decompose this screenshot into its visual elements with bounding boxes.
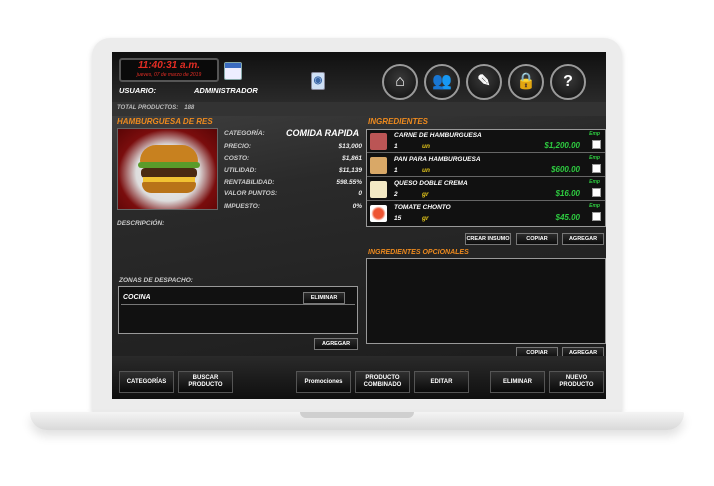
tax-value: 0% [352, 203, 362, 210]
emp-checkbox[interactable] [592, 212, 601, 221]
ingredient-row[interactable]: PAN PARA HAMBURGUESA 1 un $600.00 Emp [367, 154, 605, 177]
optional-title: INGREDIENTES OPCIONALES [368, 249, 469, 256]
field-label: UTILIDAD: [224, 167, 257, 174]
combined-product-button[interactable]: PRODUCTO COMBINADO [355, 371, 410, 393]
edit-icon[interactable]: ✎ [466, 64, 502, 100]
profitability-value: 598.55% [336, 179, 362, 186]
price-value: $13,000 [338, 143, 363, 150]
optional-ingredients-list [366, 258, 606, 344]
ingredient-price: $1,200.00 [544, 141, 580, 150]
ingredient-name: QUESO DOBLE CREMA [394, 180, 468, 187]
categories-button[interactable]: CATEGORÍAS [119, 371, 174, 393]
edit-button[interactable]: EDITAR [414, 371, 469, 393]
add-zona-button[interactable]: AGREGAR [314, 338, 358, 350]
field-label: VALOR PUNTOS: [224, 190, 278, 197]
meat-thumbnail [370, 133, 387, 150]
ingredient-name: PAN PARA HAMBURGUESA [394, 156, 481, 163]
add-ingredient-button[interactable]: AGREGAR [562, 233, 604, 245]
emp-label: Emp [589, 155, 600, 161]
clock: 11:40:31 a.m. jueves, 07 de marzo de 201… [119, 58, 219, 82]
ingredient-qty: 1 [394, 143, 398, 150]
utility-value: $11,139 [338, 167, 362, 174]
total-value: 188 [184, 105, 195, 111]
ingredient-name: TOMATE CHONTO [394, 204, 451, 211]
home-icon[interactable]: ⌂ [382, 64, 418, 100]
zonas-list: COCINA ELIMINAR [118, 286, 358, 334]
description-label: DESCRIPCIÓN: [117, 220, 165, 227]
emp-checkbox[interactable] [592, 140, 601, 149]
ingredient-qty: 1 [394, 167, 398, 174]
ingredient-unit: gr [422, 215, 429, 222]
laptop-notch [300, 412, 414, 418]
burger-picture [138, 145, 200, 195]
search-product-button[interactable]: BUSCAR PRODUCTO [178, 371, 233, 393]
user-value: ADMINISTRADOR [194, 86, 258, 95]
new-product-button[interactable]: NUEVO PRODUCTO [549, 371, 604, 393]
total-products: TOTAL PRODUCTOS: 188 [117, 105, 194, 111]
tomato-thumbnail [370, 205, 387, 222]
app-screen: 11:40:31 a.m. jueves, 07 de marzo de 201… [112, 52, 606, 399]
divider [121, 304, 355, 305]
bread-thumbnail [370, 157, 387, 174]
clock-time: 11:40:31 a.m. [137, 60, 201, 71]
ingredient-price: $45.00 [555, 213, 580, 222]
emp-label: Emp [589, 179, 600, 185]
total-label: TOTAL PRODUCTOS: [117, 105, 179, 111]
zonas-label: ZONAS DE DESPACHO: [119, 277, 193, 284]
product-image [117, 128, 218, 210]
field-label: PRECIO: [224, 143, 252, 150]
product-name: HAMBURGUESA DE RES [117, 117, 213, 126]
delete-button[interactable]: ELIMINAR [490, 371, 545, 393]
ingredient-row[interactable]: QUESO DOBLE CREMA 2 gr $16.00 Emp [367, 178, 605, 201]
help-icon[interactable]: ? [550, 64, 586, 100]
emp-checkbox[interactable] [592, 164, 601, 173]
ingredient-unit: un [422, 143, 430, 150]
user-label: USUARIO: [119, 86, 157, 95]
users-icon[interactable]: 👥 [424, 64, 460, 100]
emp-label: Emp [589, 131, 600, 137]
ingredient-row[interactable]: TOMATE CHONTO 15 gr $45.00 Emp [367, 202, 605, 225]
ingredient-qty: 2 [394, 191, 398, 198]
ingredient-unit: gr [422, 191, 429, 198]
ingredients-title: INGREDIENTES [368, 117, 429, 126]
copy-ingredients-button[interactable]: COPIAR [516, 233, 558, 245]
create-insumo-button[interactable]: CREAR INSUMO [465, 233, 511, 245]
ingredient-price: $600.00 [551, 165, 580, 174]
points-value: 0 [358, 190, 362, 197]
ingredient-row[interactable]: CARNE DE HAMBURGUESA 1 un $1,200.00 Emp [367, 130, 605, 153]
fingerprint-icon[interactable]: ◉ [311, 72, 325, 90]
cost-value: $1,861 [342, 155, 362, 162]
cheese-thumbnail [370, 181, 387, 198]
header: 11:40:31 a.m. jueves, 07 de marzo de 201… [112, 52, 606, 102]
field-label: IMPUESTO: [224, 203, 260, 210]
lock-icon[interactable]: 🔒 [508, 64, 544, 100]
calendar-icon[interactable] [224, 62, 242, 80]
zona-name: COCINA [123, 294, 151, 301]
emp-checkbox[interactable] [592, 188, 601, 197]
ingredient-name: CARNE DE HAMBURGUESA [394, 132, 482, 139]
info-bar: TOTAL PRODUCTOS: 188 [112, 102, 606, 116]
promotions-button[interactable]: Promociones [296, 371, 351, 393]
ingredient-price: $16.00 [555, 189, 580, 198]
field-label: COSTO: [224, 155, 250, 162]
emp-label: Emp [589, 203, 600, 209]
delete-zona-button[interactable]: ELIMINAR [303, 292, 345, 304]
ingredients-list: CARNE DE HAMBURGUESA 1 un $1,200.00 Emp … [366, 129, 606, 227]
ingredient-qty: 15 [394, 215, 402, 222]
clock-date: jueves, 07 de marzo de 2019 [136, 72, 202, 78]
ingredient-unit: un [422, 167, 430, 174]
field-label: CATEGORÍA: [224, 130, 265, 137]
field-label: RENTABILIDAD: [224, 179, 275, 186]
category-value: COMIDA RAPIDA [286, 128, 360, 138]
